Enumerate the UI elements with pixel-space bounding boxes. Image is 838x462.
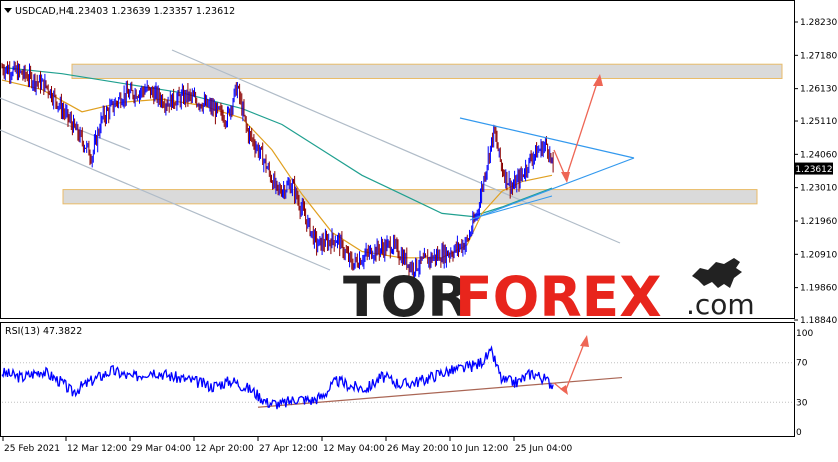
current-price-label: 1.23612 [795,162,833,175]
ohlc-values: 1.23403 1.23639 1.23357 1.23612 [69,6,235,17]
watermark-forex: FOREX [455,265,662,329]
watermark-dotcom: .com [686,288,755,321]
price-tick-label: 1.26130 [800,85,837,95]
resistance-zone [71,63,783,79]
price-chart: 1.23612 1.28230 1.27180 1.26130 1.25110 1.24… [0,0,837,454]
time-tick-label: 29 Mar 04:00 [131,444,191,454]
support-zone [62,189,758,205]
time-tick-label: 12 May 04:00 [323,444,385,454]
rsi-tick-label: 100 [796,329,813,339]
rsi-tick-label: 0 [796,428,802,438]
time-tick-label: 26 May 20:00 [387,444,449,454]
price-tick-label: 1.23010 [800,184,837,194]
time-tick-label: 12 Mar 12:00 [67,444,127,454]
time-tick-label: 10 Jun 12:00 [451,444,508,454]
price-tick-label: 1.24060 [800,150,837,160]
time-tick-label: 12 Apr 20:00 [195,444,254,454]
time-axis: 25 Feb 2021 12 Mar 12:00 29 Mar 04:00 12 Ap… [2,437,572,454]
time-tick-label: 27 Apr 12:00 [259,444,318,454]
chart-window: 1.23612 1.28230 1.27180 1.26130 1.25110 1.24… [0,0,838,458]
watermark-tor: TOR [343,265,470,329]
rsi-tick-label: 70 [796,359,808,369]
svg-text:1.23612: 1.23612 [795,165,832,175]
watermark-logo: TOR FOREX .com [343,258,755,329]
price-tick-label: 1.19860 [800,284,837,294]
price-tick-label: 1.20910 [800,250,837,260]
time-tick-label: 25 Feb 2021 [4,444,60,454]
price-tick-label: 1.27180 [800,51,837,61]
price-tick-label: 1.21960 [800,217,837,227]
symbol-label: USDCAD,H4 [15,6,72,17]
rsi-label: RSI(13) 47.3822 [5,326,82,337]
rsi-tick-label: 30 [796,398,808,408]
price-tick-label: 1.18840 [800,316,837,326]
chart-header: USDCAD,H4 1.23403 1.23639 1.23357 1.2361… [4,6,235,17]
price-tick-label: 1.25110 [800,117,837,127]
time-tick-label: 25 Jun 04:00 [515,444,572,454]
price-tick-label: 1.28230 [800,18,837,28]
